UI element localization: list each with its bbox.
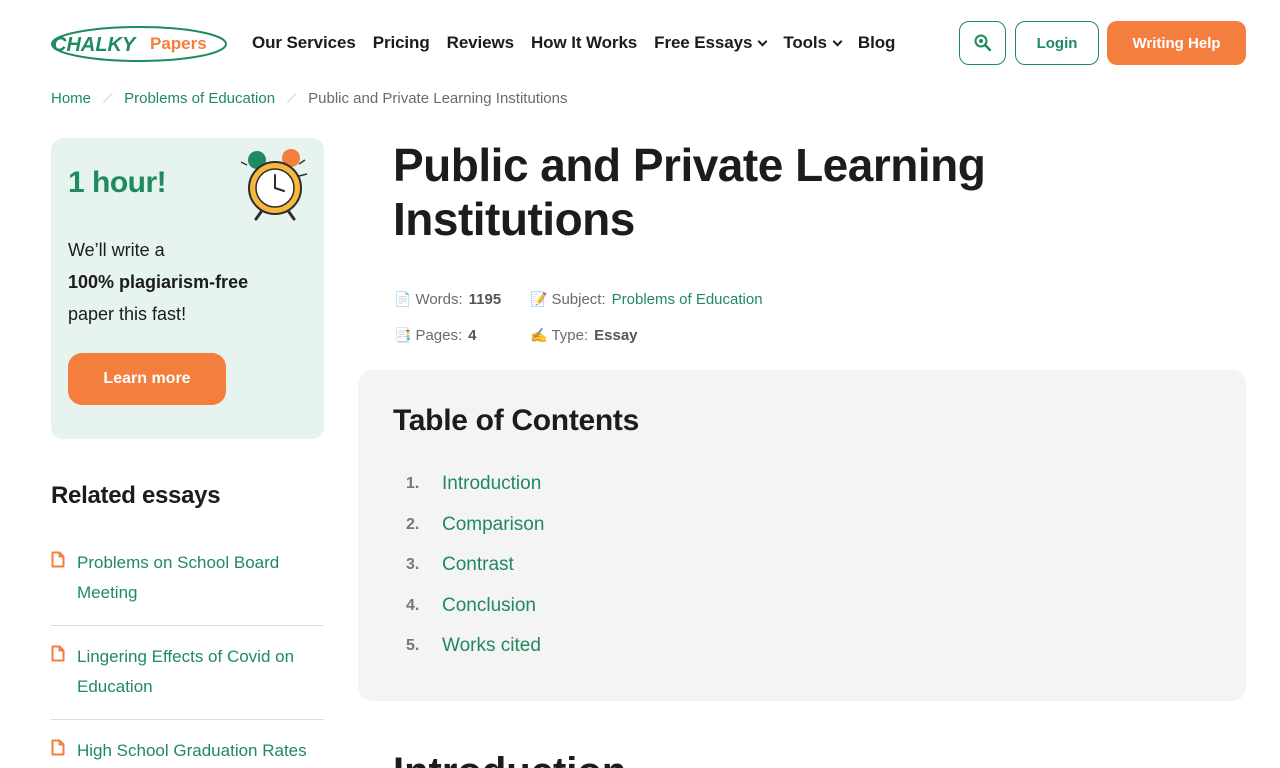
meta-subject: 📝 Subject: Problems of Education <box>530 290 763 308</box>
login-button[interactable]: Login <box>1015 21 1099 65</box>
learn-more-button[interactable]: Learn more <box>68 353 226 405</box>
page-title: Public and Private Learning Institutions <box>393 139 986 245</box>
list-item: Lingering Effects of Covid on Education <box>51 634 324 720</box>
page-icon: 📄 <box>394 290 412 307</box>
section-title-introduction: Introduction <box>393 750 626 768</box>
search-button[interactable] <box>959 21 1006 65</box>
toc-item: 4. Conclusion <box>406 586 544 627</box>
meta-words: 📄 Words: 1195 <box>394 290 502 308</box>
logo-word-papers: Papers <box>150 34 207 53</box>
toc-list: 1. Introduction 2. Comparison 3. Contras… <box>406 464 544 667</box>
meta-row: 📄 Words: 1195 📝 Subject: Problems of Edu… <box>394 281 763 317</box>
promo-line-1: We’ll write a <box>68 240 165 260</box>
nav-item-free-essays[interactable]: Free Essays <box>654 33 768 53</box>
nav-item-pricing[interactable]: Pricing <box>373 33 430 53</box>
list-item: High School Graduation Rates <box>51 728 324 768</box>
toc-number: 2. <box>406 515 420 533</box>
nav-item-our-services[interactable]: Our Services <box>252 33 356 53</box>
nav-item-reviews[interactable]: Reviews <box>447 33 514 53</box>
nav-item-blog[interactable]: Blog <box>858 33 895 53</box>
alarm-clock-icon <box>240 149 308 221</box>
related-essay-link[interactable]: Problems on School Board Meeting <box>77 548 324 608</box>
search-icon <box>974 34 991 52</box>
toc-item: 2. Comparison <box>406 505 544 546</box>
meta-type: ✍️ Type: Essay <box>530 326 638 344</box>
toc-title: Table of Contents <box>393 404 640 437</box>
toc-item: 3. Contrast <box>406 545 544 586</box>
toc-number: 1. <box>406 475 420 493</box>
essay-meta: 📄 Words: 1195 📝 Subject: Problems of Edu… <box>394 281 763 353</box>
promo-title: 1 hour! <box>68 166 167 199</box>
document-icon <box>51 739 65 756</box>
memo-icon: 📝 <box>530 290 548 307</box>
meta-pages: 📑 Pages: 4 <box>394 326 477 344</box>
table-of-contents: Table of Contents 1. Introduction 2. Com… <box>358 370 1246 701</box>
document-icon <box>51 645 65 662</box>
toc-link-introduction[interactable]: Introduction <box>442 473 541 495</box>
meta-row: 📑 Pages: 4 ✍️ Type: Essay <box>394 317 763 353</box>
pages-icon: 📑 <box>394 326 412 343</box>
breadcrumb-home[interactable]: Home <box>51 90 91 107</box>
toc-item: 1. Introduction <box>406 464 544 505</box>
breadcrumb-separator: ⟋ <box>103 90 113 106</box>
promo-text: We’ll write a 100% plagiarism-free paper… <box>68 234 308 330</box>
list-item: Problems on School Board Meeting <box>51 540 324 626</box>
toc-link-contrast[interactable]: Contrast <box>442 554 514 576</box>
toc-number: 5. <box>406 637 420 655</box>
related-essays-list: Problems on School Board Meeting Lingeri… <box>51 540 324 768</box>
chevron-down-icon <box>832 36 843 46</box>
main-nav: Our Services Pricing Reviews How It Work… <box>252 33 912 53</box>
related-essays-title: Related essays <box>51 482 221 509</box>
writing-hand-icon: ✍️ <box>530 326 548 343</box>
breadcrumb-category[interactable]: Problems of Education <box>124 90 275 107</box>
related-essay-link[interactable]: High School Graduation Rates <box>77 736 307 766</box>
document-icon <box>51 551 65 568</box>
breadcrumb: Home ⟋ Problems of Education ⟋ Public an… <box>51 90 567 107</box>
toc-link-comparison[interactable]: Comparison <box>442 514 544 536</box>
toc-number: 4. <box>406 596 420 614</box>
breadcrumb-separator: ⟋ <box>287 90 297 106</box>
toc-number: 3. <box>406 556 420 574</box>
toc-link-conclusion[interactable]: Conclusion <box>442 595 536 617</box>
logo-word-chalky: CHALKY <box>52 34 137 56</box>
toc-link-works-cited[interactable]: Works cited <box>442 635 541 657</box>
chevron-down-icon <box>757 36 768 46</box>
toc-item: 5. Works cited <box>406 626 544 667</box>
related-essay-link[interactable]: Lingering Effects of Covid on Education <box>77 642 324 702</box>
promo-line-2: 100% plagiarism-free <box>68 272 249 292</box>
site-header: CHALKY Papers Our Services Pricing Revie… <box>0 0 1280 88</box>
logo-graphic: CHALKY Papers <box>51 26 227 62</box>
site-logo[interactable]: CHALKY Papers <box>50 24 228 64</box>
promo-line-3: paper this fast! <box>68 304 187 324</box>
nav-item-tools[interactable]: Tools <box>783 33 843 53</box>
nav-item-how-it-works[interactable]: How It Works <box>531 33 637 53</box>
subject-link[interactable]: Problems of Education <box>612 291 763 308</box>
promo-card: 1 hour! We’ll write a 100% plagiarism-fr… <box>51 138 324 439</box>
writing-help-button[interactable]: Writing Help <box>1107 21 1246 65</box>
breadcrumb-current: Public and Private Learning Institutions <box>308 90 568 107</box>
